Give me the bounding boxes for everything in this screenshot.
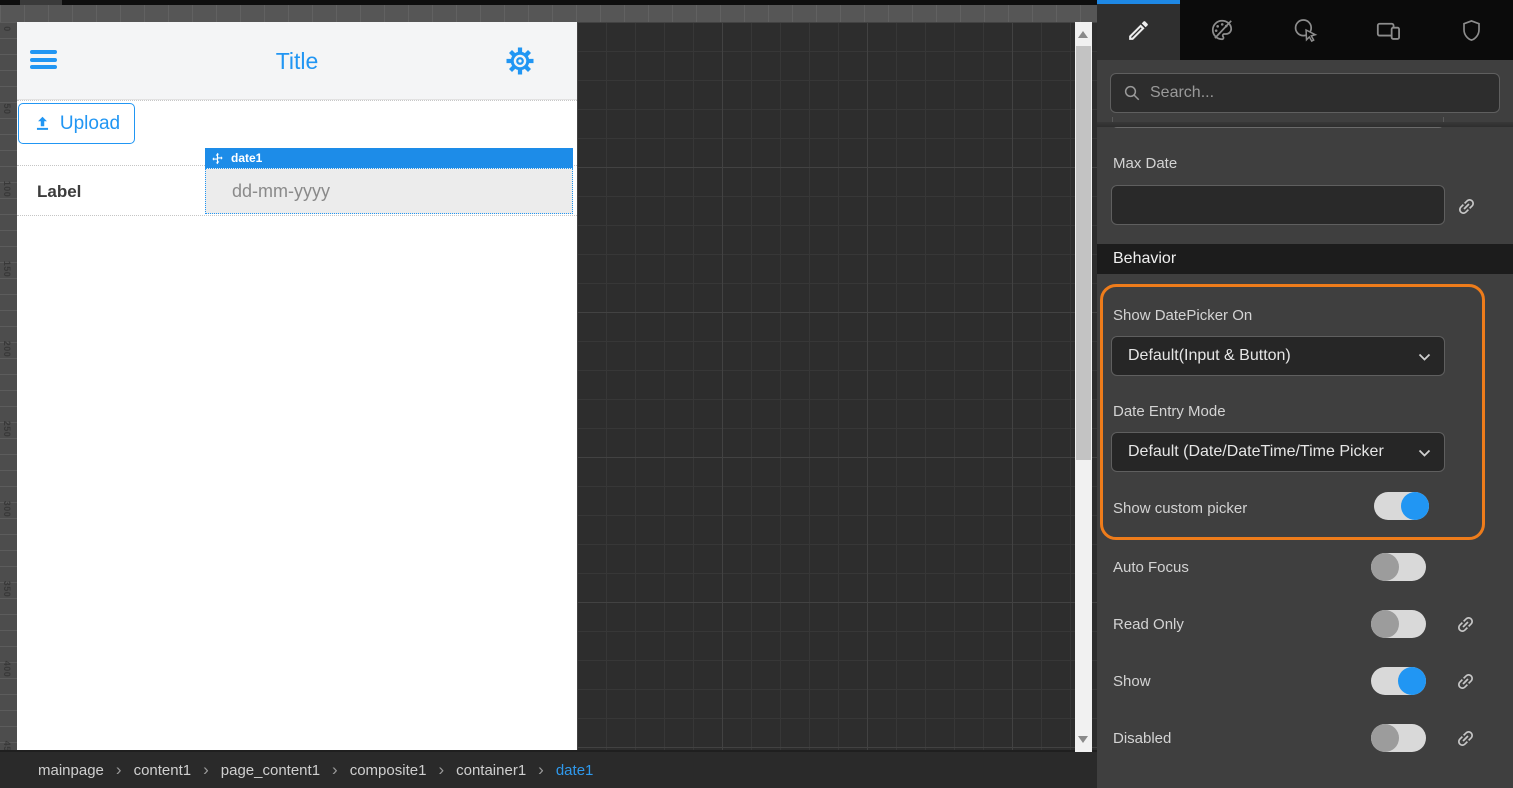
ruler-label: 300: [2, 499, 12, 519]
tab-properties[interactable]: [1097, 0, 1180, 60]
field-label: Label: [37, 166, 81, 217]
ruler-label: 150: [2, 259, 12, 279]
breadcrumb-separator: ›: [538, 760, 544, 780]
show-datepicker-on-value: Default(Input & Button): [1128, 347, 1291, 365]
tab-events[interactable]: [1263, 0, 1346, 60]
widget-name: date1: [231, 151, 262, 165]
section-divider: [1097, 122, 1513, 127]
palette-icon: [1209, 17, 1235, 43]
breadcrumb-item-container1[interactable]: container1: [456, 762, 526, 779]
show-custom-picker-label: Show custom picker: [1113, 500, 1247, 517]
search-box: [1110, 73, 1500, 113]
widget-selection-bar[interactable]: date1: [205, 148, 573, 168]
breadcrumb-item-composite1[interactable]: composite1: [350, 762, 427, 779]
search-icon: [1123, 84, 1141, 102]
horizontal-ruler: [0, 5, 1097, 22]
ruler-label: 450: [2, 739, 12, 750]
date-entry-mode-value: Default (Date/DateTime/Time Picker: [1128, 443, 1384, 461]
breadcrumb-separator: ›: [116, 760, 122, 780]
show-datepicker-on-label: Show DatePicker On: [1113, 307, 1252, 324]
canvas-scrollbar[interactable]: [1075, 22, 1092, 752]
read-only-toggle[interactable]: [1371, 610, 1426, 638]
bind-link-icon[interactable]: [1455, 728, 1476, 749]
bind-link-icon[interactable]: [1455, 614, 1476, 635]
cursor-select-icon: [1292, 17, 1318, 43]
date-input[interactable]: dd-mm-yyyy: [205, 168, 573, 214]
behavior-section-header: Behavior: [1097, 244, 1513, 274]
upload-icon: [33, 114, 52, 133]
move-icon: [211, 152, 224, 165]
breadcrumb-separator: ›: [332, 760, 338, 780]
scrollbar-thumb[interactable]: [1076, 46, 1091, 460]
auto-focus-toggle[interactable]: [1371, 553, 1426, 581]
date-widget-selected[interactable]: date1 dd-mm-yyyy: [205, 148, 573, 214]
ruler-label: 50: [2, 99, 12, 119]
breadcrumb-separator: ›: [203, 760, 209, 780]
page-title: Title: [17, 22, 577, 100]
design-canvas: 0 50 100 150 200 250 300 350 400 450 Title: [0, 0, 1097, 788]
show-datepicker-on-select[interactable]: Default(Input & Button): [1111, 336, 1445, 376]
disabled-label: Disabled: [1113, 730, 1171, 747]
chevron-down-icon: [1418, 449, 1431, 458]
ruler-label: 250: [2, 419, 12, 439]
upload-button-label: Upload: [60, 113, 120, 135]
content-outline: [17, 100, 577, 101]
bind-link-icon[interactable]: [1456, 196, 1477, 217]
breadcrumb-item-date1[interactable]: date1: [556, 762, 594, 779]
gear-icon[interactable]: [505, 46, 535, 76]
tab-security[interactable]: [1430, 0, 1513, 60]
breadcrumb-separator: ›: [438, 760, 444, 780]
tab-devices[interactable]: [1347, 0, 1430, 60]
scroll-up-arrow[interactable]: [1078, 31, 1088, 38]
panel-tabs: [1097, 0, 1513, 60]
vertical-ruler: 0 50 100 150 200 250 300 350 400 450: [0, 22, 17, 750]
ruler-label: 100: [2, 179, 12, 199]
search-input[interactable]: [1150, 84, 1487, 102]
pencil-icon: [1126, 18, 1151, 43]
show-custom-picker-toggle[interactable]: [1374, 492, 1429, 520]
show-toggle[interactable]: [1371, 667, 1426, 695]
devices-icon: [1375, 17, 1402, 44]
max-date-input[interactable]: [1111, 185, 1445, 225]
upload-button[interactable]: Upload: [18, 103, 135, 144]
preview-header: Title: [17, 22, 577, 100]
max-date-label: Max Date: [1113, 155, 1177, 172]
read-only-label: Read Only: [1113, 616, 1184, 633]
chevron-down-icon: [1418, 353, 1431, 362]
canvas-grid: [577, 22, 1097, 750]
ruler-label: 400: [2, 659, 12, 679]
date-entry-mode-label: Date Entry Mode: [1113, 403, 1226, 420]
behavior-section-title: Behavior: [1113, 244, 1176, 274]
shield-icon: [1459, 18, 1484, 43]
breadcrumb-item-mainpage[interactable]: mainpage: [38, 762, 104, 779]
bind-link-icon[interactable]: [1455, 671, 1476, 692]
hamburger-menu-icon[interactable]: [30, 50, 57, 69]
breadcrumb: mainpage › content1 › page_content1 › composit…: [0, 752, 1097, 788]
mobile-preview: Title Upload: [17, 22, 577, 750]
date-entry-mode-select[interactable]: Default (Date/DateTime/Time Picker: [1111, 432, 1445, 472]
breadcrumb-item-page_content1[interactable]: page_content1: [221, 762, 320, 779]
ruler-label: 0: [2, 22, 12, 39]
ruler-label: 350: [2, 579, 12, 599]
breadcrumb-item-content1[interactable]: content1: [134, 762, 192, 779]
ruler-label: 200: [2, 339, 12, 359]
disabled-toggle[interactable]: [1371, 724, 1426, 752]
properties-panel: Max Date Behavior Show DatePicker On Def…: [1097, 0, 1513, 788]
auto-focus-label: Auto Focus: [1113, 559, 1189, 576]
scroll-down-arrow[interactable]: [1078, 736, 1088, 743]
show-label: Show: [1113, 673, 1151, 690]
tab-styles[interactable]: [1180, 0, 1263, 60]
